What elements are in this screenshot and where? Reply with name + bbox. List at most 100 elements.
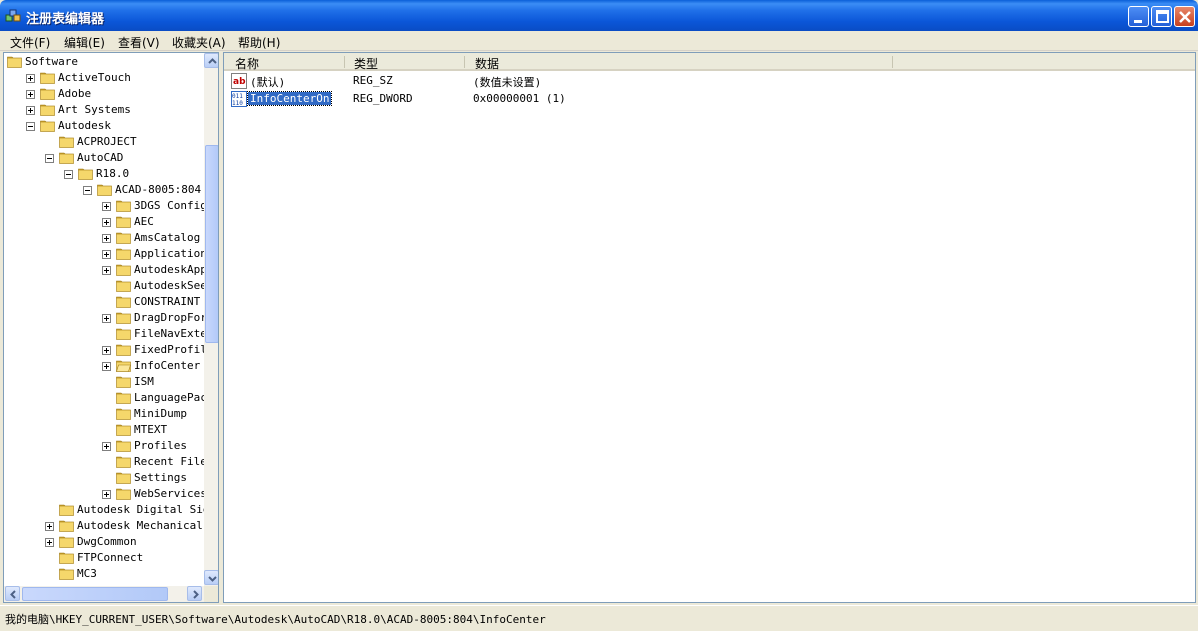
tree-node[interactable]: Autodesk [4, 118, 204, 134]
menu-help[interactable]: 帮助(H) [238, 34, 280, 51]
tree-node[interactable]: CONSTRAINT [4, 294, 204, 310]
menu-file[interactable]: 文件(F) [10, 34, 50, 51]
close-button[interactable] [1174, 6, 1195, 27]
tree-node[interactable]: Art Systems [4, 102, 204, 118]
tree-node[interactable]: Profiles [4, 438, 204, 454]
column-type[interactable]: 类型 [354, 55, 378, 72]
collapse-icon[interactable] [45, 154, 54, 163]
tree-node[interactable]: MTEXT [4, 422, 204, 438]
expand-icon[interactable] [102, 314, 111, 323]
scroll-right-button[interactable] [187, 586, 202, 601]
collapse-icon[interactable] [64, 170, 73, 179]
maximize-button[interactable] [1151, 6, 1172, 27]
tree-node[interactable]: AEC [4, 214, 204, 230]
minimize-button[interactable] [1128, 6, 1149, 27]
tree-node[interactable]: InfoCenter [4, 358, 204, 374]
tree-node-label: ACPROJECT [77, 135, 137, 148]
tree-node[interactable]: DwgCommon [4, 534, 204, 550]
tree-node[interactable]: DragDropFormat [4, 310, 218, 326]
collapse-icon[interactable] [26, 122, 35, 131]
horizontal-scroll-thumb[interactable] [22, 587, 168, 601]
tree-node[interactable]: FileNavExtensi [4, 326, 218, 342]
menu-edit[interactable]: 编辑(E) [64, 34, 105, 51]
tree-node[interactable]: Autodesk Digital Signatu [4, 502, 218, 518]
column-name[interactable]: 名称 [235, 55, 259, 72]
tree-node[interactable]: 3DGS Configura [4, 198, 218, 214]
list-row[interactable]: ab (默认) REG_SZ (数值未设置) [224, 72, 1195, 90]
list-row[interactable]: 011 110 InfoCenterOn REG_DWORD 0x0000000… [224, 90, 1195, 108]
values-list[interactable]: 名称 类型 数据 ab (默认) REG_SZ (数值未设置) 011 110 … [223, 52, 1196, 603]
tree-node[interactable]: Recent File Li [4, 454, 218, 470]
chevron-right-icon [193, 590, 199, 599]
column-data[interactable]: 数据 [475, 55, 499, 72]
tree-node[interactable]: WebServices [4, 486, 207, 502]
folder-icon [59, 536, 74, 548]
value-type: REG_SZ [353, 74, 393, 87]
expand-icon[interactable] [102, 346, 111, 355]
expand-icon[interactable] [102, 490, 111, 499]
tree-node[interactable]: AutodeskApps [4, 262, 213, 278]
tree-node[interactable]: MiniDump [4, 406, 204, 422]
dword-value-icon: 011 110 [231, 91, 247, 107]
expand-icon[interactable] [102, 202, 111, 211]
expand-icon[interactable] [26, 74, 35, 83]
tree-node[interactable]: Settings [4, 470, 204, 486]
folder-icon [7, 56, 22, 68]
tree-node-label: WebServices [134, 487, 207, 500]
tree-node[interactable]: AmsCatalog [4, 230, 204, 246]
expand-icon[interactable] [102, 442, 111, 451]
tree-node[interactable]: FTPConnect [4, 550, 204, 566]
folder-icon [116, 328, 131, 340]
tree-node[interactable]: AutodeskSeek [4, 278, 213, 294]
expand-icon[interactable] [26, 90, 35, 99]
tree-node-label: AutodeskSeek [134, 279, 214, 292]
status-path: 我的电脑\HKEY_CURRENT_USER\Software\Autodesk… [5, 613, 546, 626]
scroll-left-button[interactable] [5, 586, 20, 601]
tree-horizontal-scrollbar[interactable] [4, 586, 204, 602]
expand-icon[interactable] [102, 218, 111, 227]
tree-node[interactable]: R18.0 [4, 166, 204, 182]
column-divider[interactable] [464, 56, 465, 68]
tree-node[interactable]: Autodesk Mechanical [4, 518, 204, 534]
tree-vertical-scrollbar[interactable] [204, 53, 218, 586]
column-divider[interactable] [892, 56, 893, 68]
expand-icon[interactable] [102, 234, 111, 243]
folder-icon [116, 424, 131, 436]
menu-view[interactable]: 查看(V) [118, 34, 160, 51]
tree-node[interactable]: Software [4, 54, 204, 70]
scroll-down-button[interactable] [204, 570, 218, 585]
tree-node-label: R18.0 [96, 167, 130, 180]
expand-icon[interactable] [45, 538, 54, 547]
chevron-down-icon [208, 576, 217, 582]
tree-node[interactable]: ActiveTouch [4, 70, 204, 86]
folder-icon [40, 72, 55, 84]
tree-node[interactable]: ISM [4, 374, 204, 390]
tree-node-label: Software [25, 55, 78, 68]
tree-node[interactable]: AutoCAD [4, 150, 204, 166]
expand-icon[interactable] [102, 266, 111, 275]
tree-node-label: ACAD-8005:804 [115, 183, 202, 196]
tree-node[interactable]: Applications [4, 246, 213, 262]
tree-node-label: CONSTRAINT [134, 295, 201, 308]
collapse-icon[interactable] [83, 186, 92, 195]
expand-icon[interactable] [26, 106, 35, 115]
tree-node[interactable]: Adobe [4, 86, 204, 102]
tree-node-label: AutoCAD [77, 151, 124, 164]
tree-node[interactable]: MC3 [4, 566, 204, 582]
tree-node-label: Autodesk Mechanical [77, 519, 203, 532]
scroll-up-button[interactable] [204, 53, 218, 68]
expand-icon[interactable] [102, 250, 111, 259]
vertical-scroll-thumb[interactable] [205, 145, 218, 343]
menu-favorites[interactable]: 收藏夹(A) [172, 34, 226, 51]
expand-icon[interactable] [45, 522, 54, 531]
tree-node[interactable]: ACAD-8005:804 [4, 182, 204, 198]
tree-node[interactable]: FixedProfile [4, 342, 213, 358]
folder-icon [116, 296, 131, 308]
tree-node-label: LanguagePack [134, 391, 214, 404]
expand-icon[interactable] [102, 362, 111, 371]
registry-tree[interactable]: Software ActiveTouch Adobe Art Systems Autod… [3, 52, 219, 603]
tree-node[interactable]: LanguagePack [4, 390, 213, 406]
tree-node[interactable]: ACPROJECT [4, 134, 204, 150]
tree-node-label: Settings [134, 471, 187, 484]
column-divider[interactable] [344, 56, 345, 68]
